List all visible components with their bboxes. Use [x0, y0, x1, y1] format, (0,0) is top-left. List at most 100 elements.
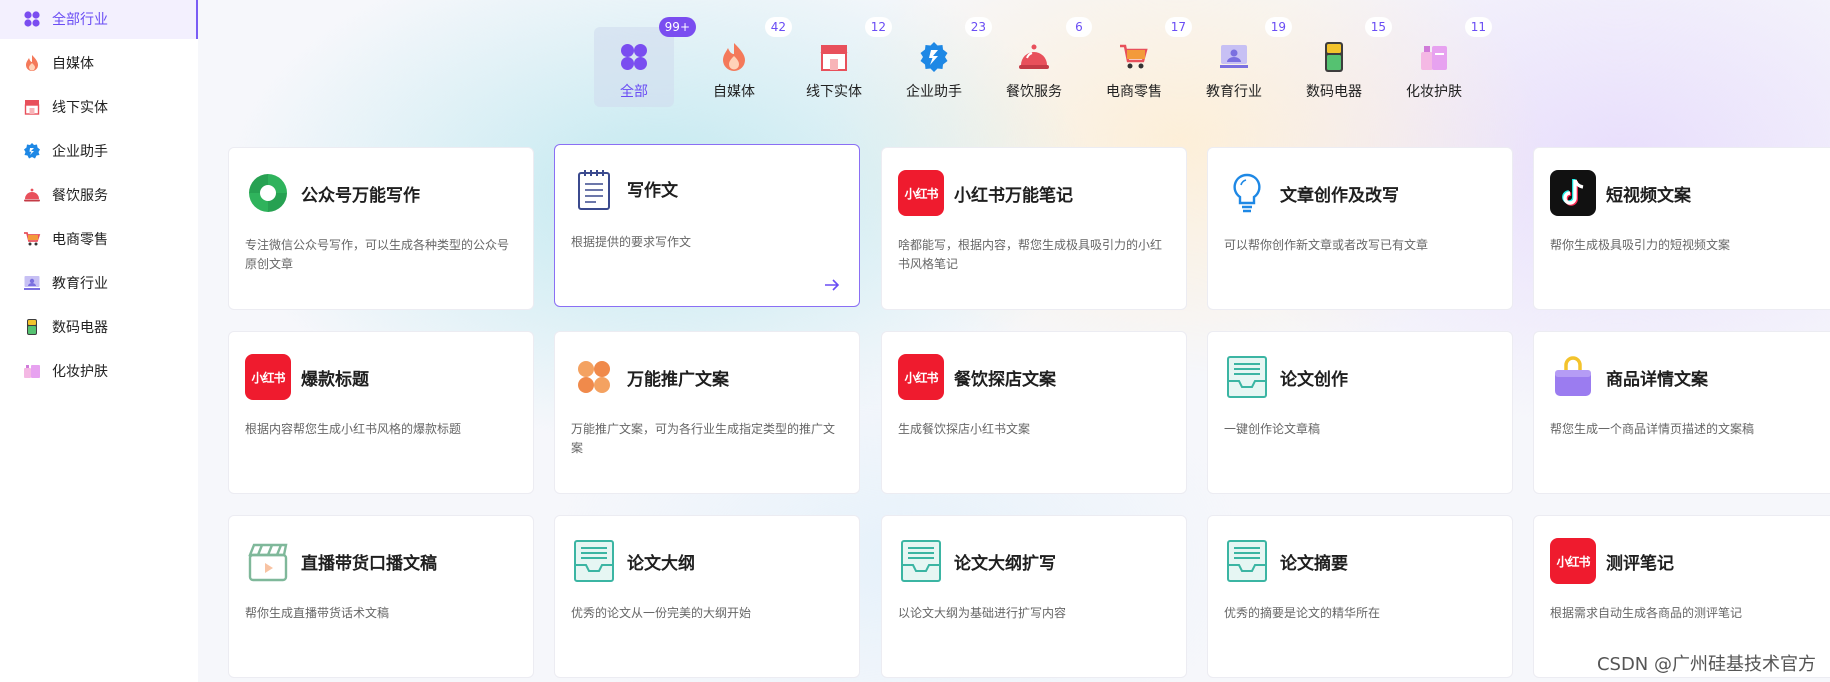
- sidebar-item-self-media[interactable]: 自媒体: [0, 42, 198, 83]
- sidebar: 全部行业 自媒体 线下实体 企业助手 餐饮服务 电商零售 教育行业 数码电器 化…: [0, 0, 198, 682]
- category-cosmetics[interactable]: 11 化妆护肤: [1394, 17, 1492, 107]
- sidebar-item-label: 线下实体: [52, 99, 108, 116]
- tool-card-product-detail[interactable]: 商品详情文案 帮您生成一个商品详情页描述的文案稿: [1533, 331, 1830, 494]
- card-description: 优秀的论文从一份完美的大纲开始: [571, 606, 752, 620]
- count-badge: 23: [964, 17, 992, 37]
- count-badge: 42: [764, 17, 792, 37]
- clover-icon: [571, 354, 617, 400]
- category-label: 餐饮服务: [1006, 84, 1062, 100]
- count-badge: 11: [1464, 17, 1492, 37]
- category-label: 全部: [620, 84, 648, 100]
- chip-icon: [22, 141, 42, 161]
- card-description: 啥都能写，根据内容，帮您生成极具吸引力的小红书风格笔记: [898, 238, 1163, 271]
- grid-icon: [618, 41, 650, 73]
- card-title: 餐饮探店文案: [954, 370, 1056, 390]
- category-label: 化妆护肤: [1406, 84, 1462, 100]
- tool-card-short-video[interactable]: 短视频文案 帮你生成极具吸引力的短视频文案: [1533, 147, 1830, 310]
- card-description: 万能推广文案，可为各行业生成指定类型的推广文案: [571, 422, 836, 455]
- sidebar-item-enterprise[interactable]: 企业助手: [0, 130, 198, 171]
- cosmetics-icon: [22, 361, 42, 381]
- sidebar-item-label: 餐饮服务: [52, 187, 108, 204]
- card-title: 论文摘要: [1280, 554, 1348, 574]
- count-badge: 19: [1264, 17, 1292, 37]
- food-cloche-icon: [1018, 41, 1050, 73]
- category-ecommerce[interactable]: 17 电商零售: [1094, 17, 1192, 107]
- storefront-icon: [22, 97, 42, 117]
- cosmetics-icon: [1418, 41, 1450, 73]
- food-cloche-icon: [22, 185, 42, 205]
- tool-card-essay[interactable]: 写作文 根据提供的要求写作文: [554, 144, 860, 307]
- card-description: 可以帮你创作新文章或者改写已有文章: [1224, 238, 1429, 252]
- document-tray-icon: [898, 538, 944, 584]
- shopping-cart-icon: [1118, 41, 1150, 73]
- fridge-icon: [22, 317, 42, 337]
- tool-card-viral-title[interactable]: 小红书 爆款标题 根据内容帮您生成小红书风格的爆款标题: [228, 331, 534, 494]
- card-description: 生成餐饮探店小红书文案: [898, 422, 1031, 436]
- category-catering[interactable]: 6 餐饮服务: [994, 17, 1092, 107]
- sidebar-item-cosmetics[interactable]: 化妆护肤: [0, 350, 198, 391]
- sidebar-item-education[interactable]: 教育行业: [0, 262, 198, 303]
- tool-card-thesis-outline[interactable]: 论文大纲 优秀的论文从一份完美的大纲开始: [554, 515, 860, 678]
- category-label: 自媒体: [713, 84, 755, 100]
- card-title: 论文大纲扩写: [954, 554, 1056, 574]
- category-digital[interactable]: 15 数码电器: [1294, 17, 1392, 107]
- wechat-icon: [245, 170, 291, 216]
- sidebar-item-label: 化妆护肤: [52, 363, 108, 380]
- card-title: 爆款标题: [301, 370, 369, 390]
- category-label: 数码电器: [1306, 84, 1362, 100]
- category-enterprise[interactable]: 23 企业助手: [894, 17, 992, 107]
- card-title: 文章创作及改写: [1280, 186, 1399, 206]
- sidebar-item-label: 企业助手: [52, 143, 108, 160]
- sidebar-item-label: 全部行业: [52, 11, 108, 28]
- arrow-right-icon[interactable]: [823, 276, 841, 294]
- category-offline-store[interactable]: 12 线下实体: [794, 17, 892, 107]
- card-title: 论文大纲: [627, 554, 695, 574]
- fridge-icon: [1318, 41, 1350, 73]
- category-self-media[interactable]: 42 自媒体: [694, 17, 792, 107]
- card-title: 测评笔记: [1606, 554, 1674, 574]
- tiktok-icon: [1550, 170, 1596, 216]
- chip-icon: [918, 41, 950, 73]
- category-label: 电商零售: [1106, 84, 1162, 100]
- sidebar-item-offline-store[interactable]: 线下实体: [0, 86, 198, 127]
- card-description: 一键创作论文章稿: [1224, 422, 1321, 436]
- count-badge: 12: [864, 17, 892, 37]
- card-description: 以论文大纲为基础进行扩写内容: [898, 606, 1067, 620]
- category-education[interactable]: 19 教育行业: [1194, 17, 1292, 107]
- card-description: 帮你生成极具吸引力的短视频文案: [1550, 238, 1731, 252]
- tool-card-outline-expand[interactable]: 论文大纲扩写 以论文大纲为基础进行扩写内容: [881, 515, 1187, 678]
- sidebar-item-ecommerce[interactable]: 电商零售: [0, 218, 198, 259]
- document-tray-icon: [1224, 354, 1270, 400]
- grid-icon: [22, 9, 42, 29]
- count-badge: 6: [1066, 17, 1092, 37]
- tool-card-livestream-script[interactable]: 直播带货口播文稿 帮你生成直播带货话术文稿: [228, 515, 534, 678]
- tool-card-thesis[interactable]: 论文创作 一键创作论文章稿: [1207, 331, 1513, 494]
- card-description: 根据提供的要求写作文: [571, 235, 692, 249]
- watermark: CSDN @广州硅基技术官方: [1596, 654, 1816, 675]
- category-all[interactable]: 99+ 全部: [594, 17, 696, 107]
- flame-icon: [22, 53, 42, 73]
- clapperboard-icon: [245, 538, 291, 584]
- count-badge: 99+: [658, 17, 696, 37]
- flame-icon: [718, 41, 750, 73]
- card-description: 根据需求自动生成各商品的测评笔记: [1550, 606, 1743, 620]
- card-description: 专注微信公众号写作，可以生成各种类型的公众号原创文章: [245, 238, 510, 271]
- tool-card-wechat-writing[interactable]: 公众号万能写作 专注微信公众号写作，可以生成各种类型的公众号原创文章: [228, 147, 534, 310]
- shopping-bag-icon: [1550, 354, 1596, 400]
- card-title: 直播带货口播文稿: [301, 554, 437, 574]
- category-label: 教育行业: [1206, 84, 1262, 100]
- card-title: 小红书万能笔记: [954, 186, 1073, 206]
- card-description: 帮你生成直播带货话术文稿: [245, 606, 390, 620]
- sidebar-item-catering[interactable]: 餐饮服务: [0, 174, 198, 215]
- tool-card-restaurant-review[interactable]: 小红书 餐饮探店文案 生成餐饮探店小红书文案: [881, 331, 1187, 494]
- card-title: 论文创作: [1280, 370, 1348, 390]
- tool-card-thesis-abstract[interactable]: 论文摘要 优秀的摘要是论文的精华所在: [1207, 515, 1513, 678]
- tool-card-article-rewrite[interactable]: 文章创作及改写 可以帮你创作新文章或者改写已有文章: [1207, 147, 1513, 310]
- sidebar-item-digital[interactable]: 数码电器: [0, 306, 198, 347]
- sidebar-item-all[interactable]: 全部行业: [0, 0, 198, 39]
- tool-card-promotion[interactable]: 万能推广文案 万能推广文案，可为各行业生成指定类型的推广文案: [554, 331, 860, 494]
- xiaohongshu-logo: 小红书: [898, 354, 944, 400]
- count-badge: 17: [1164, 17, 1192, 37]
- tool-card-xhs-notes[interactable]: 小红书 小红书万能笔记 啥都能写，根据内容，帮您生成极具吸引力的小红书风格笔记: [881, 147, 1187, 310]
- sidebar-item-label: 电商零售: [52, 231, 108, 248]
